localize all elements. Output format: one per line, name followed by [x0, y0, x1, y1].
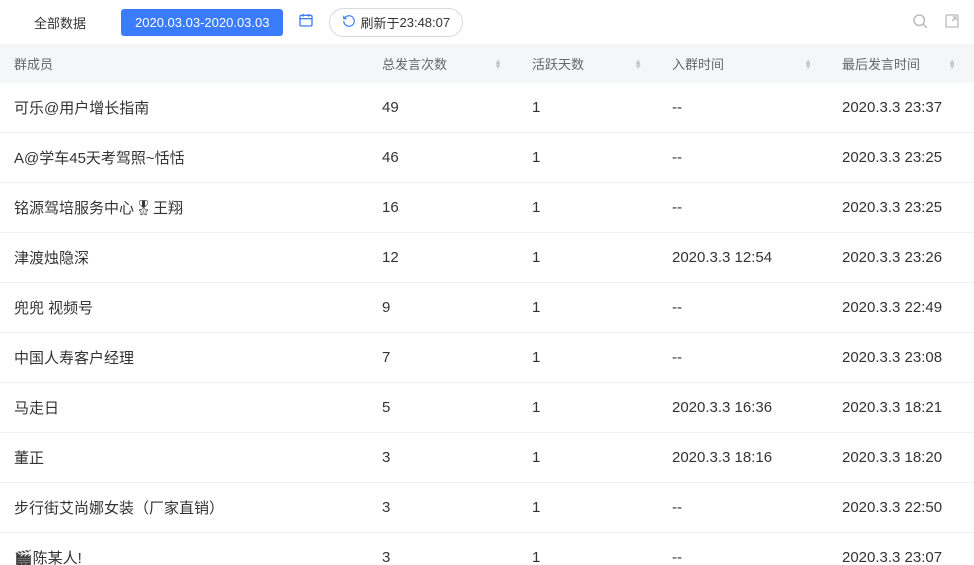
calendar-icon-button[interactable]	[293, 9, 319, 35]
sort-icon[interactable]: ▲▼	[494, 59, 502, 69]
column-label: 入群时间	[672, 57, 724, 72]
table-row[interactable]: 兜兜 视频号91--2020.3.3 22:49	[0, 283, 974, 333]
cell-speak_count: 16	[370, 183, 520, 233]
toolbar: 全部数据 2020.03.03-2020.03.03 刷新于 23:48:07	[0, 0, 974, 44]
column-label: 最后发言时间	[842, 57, 920, 72]
cell-active_days: 1	[520, 283, 660, 333]
date-range-text: 2020.03.03-2020.03.03	[135, 15, 269, 30]
column-header-last-speak-time[interactable]: 最后发言时间 ▲▼	[830, 44, 974, 83]
cell-join_time: --	[660, 83, 830, 133]
sort-icon[interactable]: ▲▼	[634, 59, 642, 69]
table-row[interactable]: 步行街艾尚娜女装（厂家直销）31--2020.3.3 22:50	[0, 483, 974, 533]
cell-active_days: 1	[520, 433, 660, 483]
cell-join_time: --	[660, 533, 830, 565]
column-header-active-days[interactable]: 活跃天数 ▲▼	[520, 44, 660, 83]
cell-join_time: --	[660, 183, 830, 233]
cell-last_speak_time: 2020.3.3 23:08	[830, 333, 974, 383]
table-row[interactable]: 铭源驾培服务中心🎖王翔161--2020.3.3 23:25	[0, 183, 974, 233]
column-label: 群成员	[14, 57, 53, 72]
table-wrapper: 群成员 总发言次数 ▲▼ 活跃天数 ▲▼ 入群时间 ▲▼ 最后发言时间 ▲▼	[0, 44, 974, 565]
cell-last_speak_time: 2020.3.3 22:50	[830, 483, 974, 533]
cell-member: 可乐@用户增长指南	[0, 83, 370, 133]
table-row[interactable]: 中国人寿客户经理71--2020.3.3 23:08	[0, 333, 974, 383]
table-row[interactable]: 董正312020.3.3 18:162020.3.3 18:20	[0, 433, 974, 483]
data-table: 群成员 总发言次数 ▲▼ 活跃天数 ▲▼ 入群时间 ▲▼ 最后发言时间 ▲▼	[0, 44, 974, 565]
cell-join_time: --	[660, 133, 830, 183]
sort-icon[interactable]: ▲▼	[948, 59, 956, 69]
cell-active_days: 1	[520, 383, 660, 433]
table-row[interactable]: A@学车45天考驾照~恬恬461--2020.3.3 23:25	[0, 133, 974, 183]
table-header-row: 群成员 总发言次数 ▲▼ 活跃天数 ▲▼ 入群时间 ▲▼ 最后发言时间 ▲▼	[0, 44, 974, 83]
calendar-icon	[298, 12, 314, 32]
cell-speak_count: 3	[370, 533, 520, 565]
column-header-join-time[interactable]: 入群时间 ▲▼	[660, 44, 830, 83]
column-label: 活跃天数	[532, 57, 584, 72]
cell-member: 马走日	[0, 383, 370, 433]
column-header-member[interactable]: 群成员	[0, 44, 370, 83]
cell-active_days: 1	[520, 183, 660, 233]
expand-icon	[944, 13, 960, 32]
cell-speak_count: 46	[370, 133, 520, 183]
table-body: 可乐@用户增长指南491--2020.3.3 23:37A@学车45天考驾照~恬…	[0, 83, 974, 565]
cell-member: 董正	[0, 433, 370, 483]
date-range-button[interactable]: 2020.03.03-2020.03.03	[121, 9, 283, 36]
cell-last_speak_time: 2020.3.3 23:26	[830, 233, 974, 283]
search-icon-button[interactable]	[910, 12, 930, 32]
all-data-label: 全部数据	[34, 13, 86, 32]
table-row[interactable]: 马走日512020.3.3 16:362020.3.3 18:21	[0, 383, 974, 433]
cell-last_speak_time: 2020.3.3 22:49	[830, 283, 974, 333]
cell-join_time: --	[660, 283, 830, 333]
cell-member: 铭源驾培服务中心🎖王翔	[0, 183, 370, 233]
cell-speak_count: 9	[370, 283, 520, 333]
cell-last_speak_time: 2020.3.3 23:37	[830, 83, 974, 133]
refresh-time: 23:48:07	[400, 15, 451, 30]
cell-speak_count: 3	[370, 483, 520, 533]
cell-speak_count: 3	[370, 433, 520, 483]
cell-last_speak_time: 2020.3.3 18:20	[830, 433, 974, 483]
cell-join_time: 2020.3.3 16:36	[660, 383, 830, 433]
column-label: 总发言次数	[382, 57, 447, 72]
cell-speak_count: 5	[370, 383, 520, 433]
cell-join_time: --	[660, 333, 830, 383]
cell-active_days: 1	[520, 83, 660, 133]
toolbar-right	[910, 12, 962, 32]
cell-active_days: 1	[520, 483, 660, 533]
cell-last_speak_time: 2020.3.3 23:25	[830, 183, 974, 233]
cell-member: A@学车45天考驾照~恬恬	[0, 133, 370, 183]
cell-speak_count: 7	[370, 333, 520, 383]
column-header-speak-count[interactable]: 总发言次数 ▲▼	[370, 44, 520, 83]
cell-active_days: 1	[520, 233, 660, 283]
cell-active_days: 1	[520, 333, 660, 383]
table-row[interactable]: 可乐@用户增长指南491--2020.3.3 23:37	[0, 83, 974, 133]
cell-member: 步行街艾尚娜女装（厂家直销）	[0, 483, 370, 533]
cell-last_speak_time: 2020.3.3 23:25	[830, 133, 974, 183]
cell-last_speak_time: 2020.3.3 18:21	[830, 383, 974, 433]
sort-icon[interactable]: ▲▼	[804, 59, 812, 69]
refresh-button[interactable]: 刷新于 23:48:07	[329, 8, 463, 37]
cell-last_speak_time: 2020.3.3 23:07	[830, 533, 974, 565]
refresh-icon	[342, 14, 356, 31]
cell-member: 津渡烛隐深	[0, 233, 370, 283]
cell-member: 中国人寿客户经理	[0, 333, 370, 383]
cell-member: 🎬陈某人!	[0, 533, 370, 565]
cell-active_days: 1	[520, 533, 660, 565]
table-row[interactable]: 🎬陈某人!31--2020.3.3 23:07	[0, 533, 974, 565]
cell-join_time: --	[660, 483, 830, 533]
refresh-label: 刷新于	[360, 13, 399, 32]
table-row[interactable]: 津渡烛隐深1212020.3.3 12:542020.3.3 23:26	[0, 233, 974, 283]
expand-icon-button[interactable]	[942, 12, 962, 32]
search-icon	[911, 12, 929, 33]
cell-active_days: 1	[520, 133, 660, 183]
cell-speak_count: 49	[370, 83, 520, 133]
cell-speak_count: 12	[370, 233, 520, 283]
cell-join_time: 2020.3.3 18:16	[660, 433, 830, 483]
cell-join_time: 2020.3.3 12:54	[660, 233, 830, 283]
cell-member: 兜兜 视频号	[0, 283, 370, 333]
